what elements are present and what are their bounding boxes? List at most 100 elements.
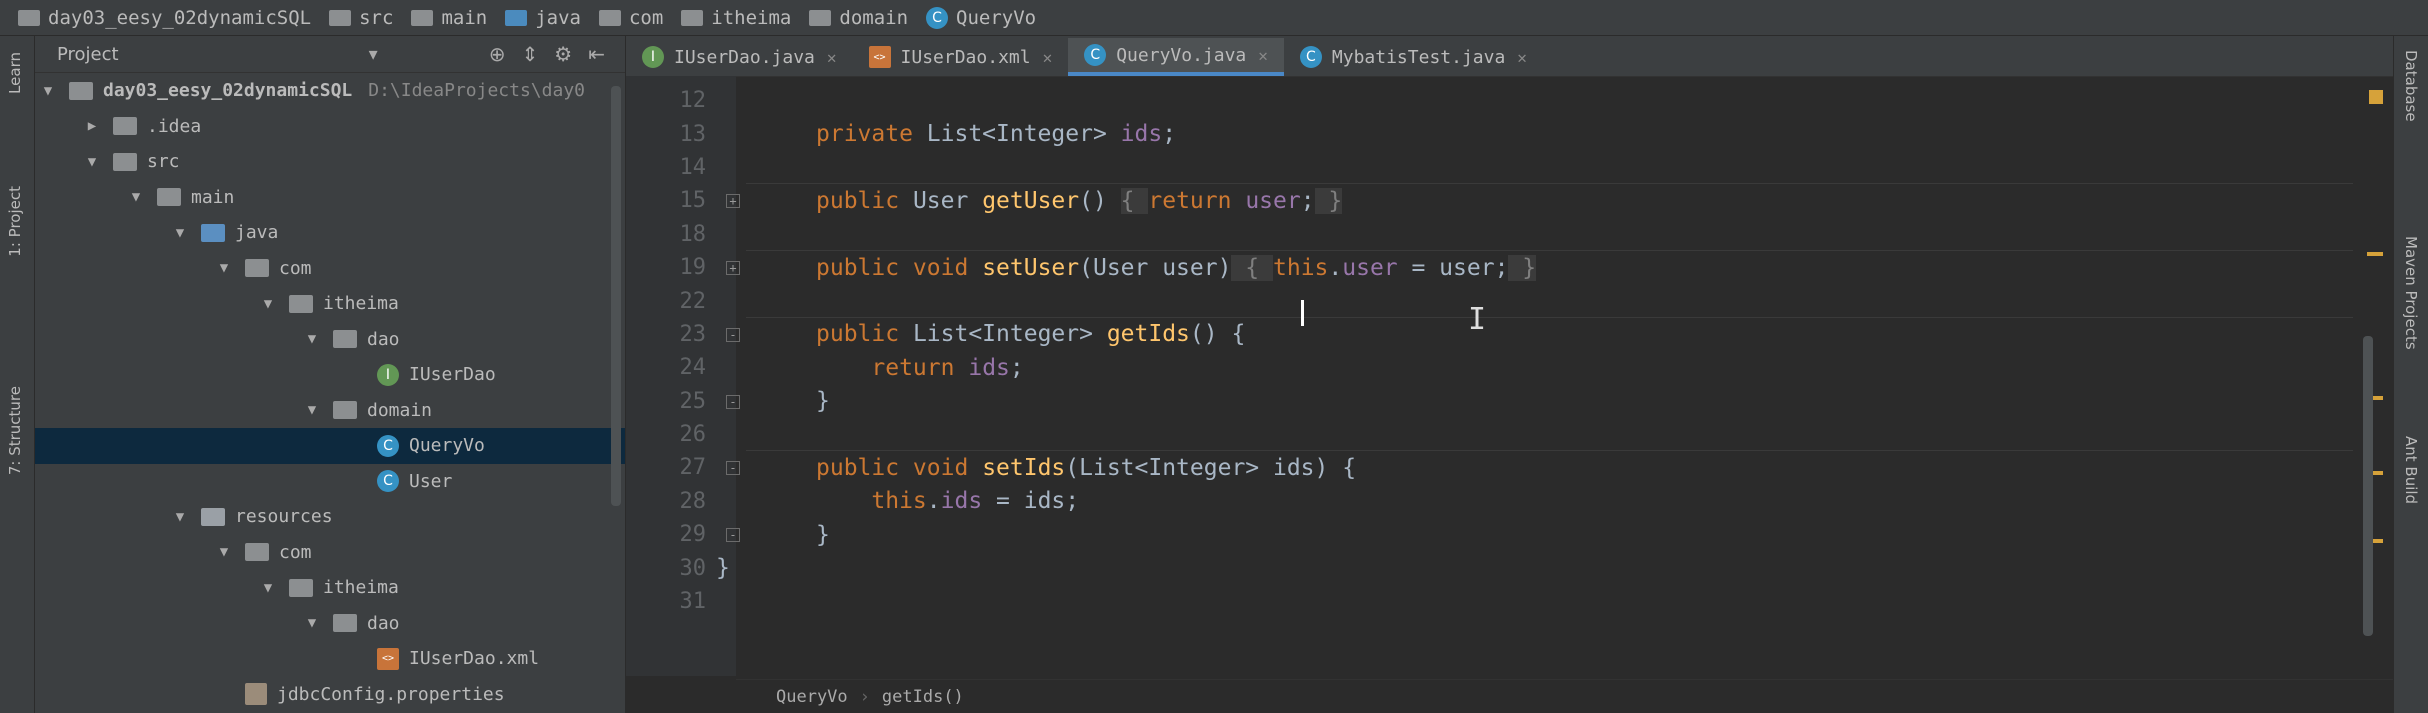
breadcrumb-item[interactable]: C QueryVo bbox=[926, 6, 1036, 29]
expand-down-icon[interactable]: ▼ bbox=[129, 189, 143, 205]
breadcrumb-item[interactable]: itheima bbox=[681, 7, 791, 29]
tree-item[interactable]: ▼ java bbox=[35, 215, 625, 251]
expand-down-icon[interactable]: ▼ bbox=[217, 260, 231, 276]
database-tool-tab[interactable]: Database bbox=[2402, 50, 2420, 122]
editor-tab[interactable]: <> IUserDao.xml ✕ bbox=[853, 38, 1069, 76]
breadcrumb-item[interactable]: com bbox=[598, 7, 663, 29]
tree-item[interactable]: C User bbox=[35, 464, 625, 500]
tree-item[interactable]: <> IUserDao.xml bbox=[35, 641, 625, 677]
expand-down-icon[interactable]: ▼ bbox=[173, 225, 187, 241]
code-line[interactable]: 23 - public List<Integer> getIds() { bbox=[626, 318, 2393, 351]
footer-class[interactable]: QueryVo bbox=[776, 687, 848, 707]
class-icon: C bbox=[377, 470, 399, 493]
footer-method[interactable]: getIds() bbox=[882, 687, 964, 707]
code-line[interactable]: 15 + public User getUser() { return user; … bbox=[626, 184, 2393, 217]
code-text: public void setUser(User user) { this.us… bbox=[816, 254, 1537, 281]
fold-icon[interactable]: - bbox=[726, 394, 740, 409]
editor-tab[interactable]: C MybatisTest.java ✕ bbox=[1284, 38, 1543, 76]
expand-right-icon[interactable]: ▶ bbox=[85, 118, 99, 134]
code-line[interactable]: 24 return ids; bbox=[626, 351, 2393, 384]
line-number: 22 bbox=[679, 288, 707, 314]
breadcrumb-item[interactable]: main bbox=[411, 7, 487, 29]
close-icon[interactable]: ✕ bbox=[827, 48, 837, 67]
tree-item[interactable]: ▼ main bbox=[35, 180, 625, 216]
mouse-ibeam-icon: I bbox=[1468, 302, 1487, 337]
code-line[interactable]: 13 private List<Integer> ids; bbox=[626, 117, 2393, 150]
project-tool-tab[interactable]: 1: Project bbox=[6, 186, 24, 257]
folder-icon bbox=[157, 188, 181, 207]
expand-down-icon[interactable]: ▼ bbox=[41, 83, 55, 99]
fold-icon[interactable]: - bbox=[726, 327, 740, 342]
fold-icon[interactable]: - bbox=[726, 461, 740, 476]
breadcrumb-item[interactable]: java bbox=[505, 7, 581, 29]
expand-down-icon[interactable]: ▼ bbox=[173, 509, 187, 525]
editor-tabs: I IUserDao.java ✕ <> IUserDao.xml ✕ C QueryVo.j… bbox=[626, 36, 2393, 77]
tree-item-label: IUserDao bbox=[409, 364, 496, 386]
tree-item[interactable]: ▼ dao bbox=[35, 322, 625, 358]
line-number: 27 bbox=[679, 455, 707, 481]
close-icon[interactable]: ✕ bbox=[1258, 46, 1268, 65]
tree-item[interactable]: ▼ itheima bbox=[35, 286, 625, 322]
breadcrumb-item[interactable]: day03_eesy_02dynamicSQL bbox=[18, 7, 311, 29]
collapse-all-icon[interactable]: ⇕ bbox=[522, 42, 539, 66]
code-area[interactable]: 12 13 private List<Integer> ids; 14 15 + publi… bbox=[626, 84, 2393, 618]
editor-tab[interactable]: C QueryVo.java ✕ bbox=[1068, 38, 1284, 76]
breadcrumb-item[interactable]: src bbox=[329, 7, 393, 29]
tree-item[interactable]: ▼ src bbox=[35, 144, 625, 180]
project-view-label[interactable]: Project bbox=[57, 44, 119, 65]
expand-down-icon[interactable]: ▼ bbox=[305, 615, 319, 631]
hide-panel-icon[interactable]: ⇤ bbox=[588, 42, 605, 66]
scroll-from-source-icon[interactable]: ⊕ bbox=[489, 42, 506, 66]
code-line[interactable]: 28 this.ids = ids; bbox=[626, 485, 2393, 518]
tree-item[interactable]: C QueryVo bbox=[35, 428, 625, 464]
editor-tab[interactable]: I IUserDao.java ✕ bbox=[626, 38, 853, 76]
tree-item[interactable]: ▼ domain bbox=[35, 393, 625, 429]
code-line[interactable]: 12 bbox=[626, 84, 2393, 117]
fold-icon[interactable]: + bbox=[726, 194, 740, 209]
tree-item[interactable]: ▼ itheima bbox=[35, 570, 625, 606]
breadcrumb-label: src bbox=[359, 6, 394, 29]
learn-tool-tab[interactable]: Learn bbox=[6, 52, 24, 94]
chevron-down-icon[interactable]: ▾ bbox=[369, 44, 378, 65]
code-line[interactable]: 29 -} bbox=[626, 518, 2393, 551]
code-line[interactable]: 25 -} bbox=[626, 385, 2393, 418]
expand-down-icon[interactable]: ▼ bbox=[261, 580, 275, 596]
close-icon[interactable]: ✕ bbox=[1043, 48, 1053, 67]
code-line[interactable]: 19 + public void setUser(User user) { this… bbox=[626, 251, 2393, 284]
code-line[interactable]: 26 bbox=[626, 418, 2393, 451]
tree-item[interactable]: ▼ resources bbox=[35, 499, 625, 535]
close-icon[interactable]: ✕ bbox=[1517, 48, 1527, 67]
expand-down-icon[interactable]: ▼ bbox=[261, 296, 275, 312]
tree-item[interactable]: ▼ com bbox=[35, 251, 625, 287]
tree-item[interactable]: jdbcConfig.properties bbox=[35, 677, 625, 713]
expand-down-icon[interactable]: ▼ bbox=[85, 154, 99, 170]
tree-item[interactable]: I IUserDao bbox=[35, 357, 625, 393]
structure-tool-tab[interactable]: 7: Structure bbox=[6, 386, 24, 475]
expand-down-icon[interactable]: ▼ bbox=[305, 402, 319, 418]
tree-item[interactable]: ▼ dao bbox=[35, 606, 625, 642]
fold-icon[interactable]: + bbox=[726, 260, 740, 275]
folder-icon bbox=[505, 9, 528, 26]
code-line[interactable]: 27 - public void setIds(List<Integer> ids)… bbox=[626, 451, 2393, 484]
class-icon: C bbox=[377, 434, 399, 457]
code-line[interactable]: 31 bbox=[626, 585, 2393, 618]
editor-scrollbar[interactable] bbox=[2363, 336, 2373, 636]
tree-item[interactable]: ▶ .idea bbox=[35, 109, 625, 145]
fold-icon[interactable]: - bbox=[726, 528, 740, 543]
maven-tool-tab[interactable]: Maven Projects bbox=[2402, 236, 2420, 350]
code-line[interactable]: 18 bbox=[626, 218, 2393, 251]
tree-item[interactable]: ▼ day03_eesy_02dynamicSQL D:\IdeaProjects\… bbox=[35, 73, 625, 109]
gear-icon[interactable]: ⚙ bbox=[554, 42, 572, 66]
tree-item[interactable]: ▼ com bbox=[35, 535, 625, 571]
expand-down-icon[interactable]: ▼ bbox=[305, 331, 319, 347]
code-text: } bbox=[816, 521, 830, 548]
code-line[interactable]: 30} bbox=[626, 551, 2393, 584]
code-line[interactable]: 14 bbox=[626, 151, 2393, 184]
folder-icon bbox=[18, 9, 40, 26]
project-scrollbar[interactable] bbox=[611, 86, 621, 506]
folder-icon bbox=[598, 9, 621, 26]
ant-build-tool-tab[interactable]: Ant Build bbox=[2402, 436, 2420, 504]
expand-down-icon[interactable]: ▼ bbox=[217, 544, 231, 560]
breadcrumb-item[interactable]: domain bbox=[809, 7, 908, 29]
code-line[interactable]: 22 bbox=[626, 284, 2393, 317]
